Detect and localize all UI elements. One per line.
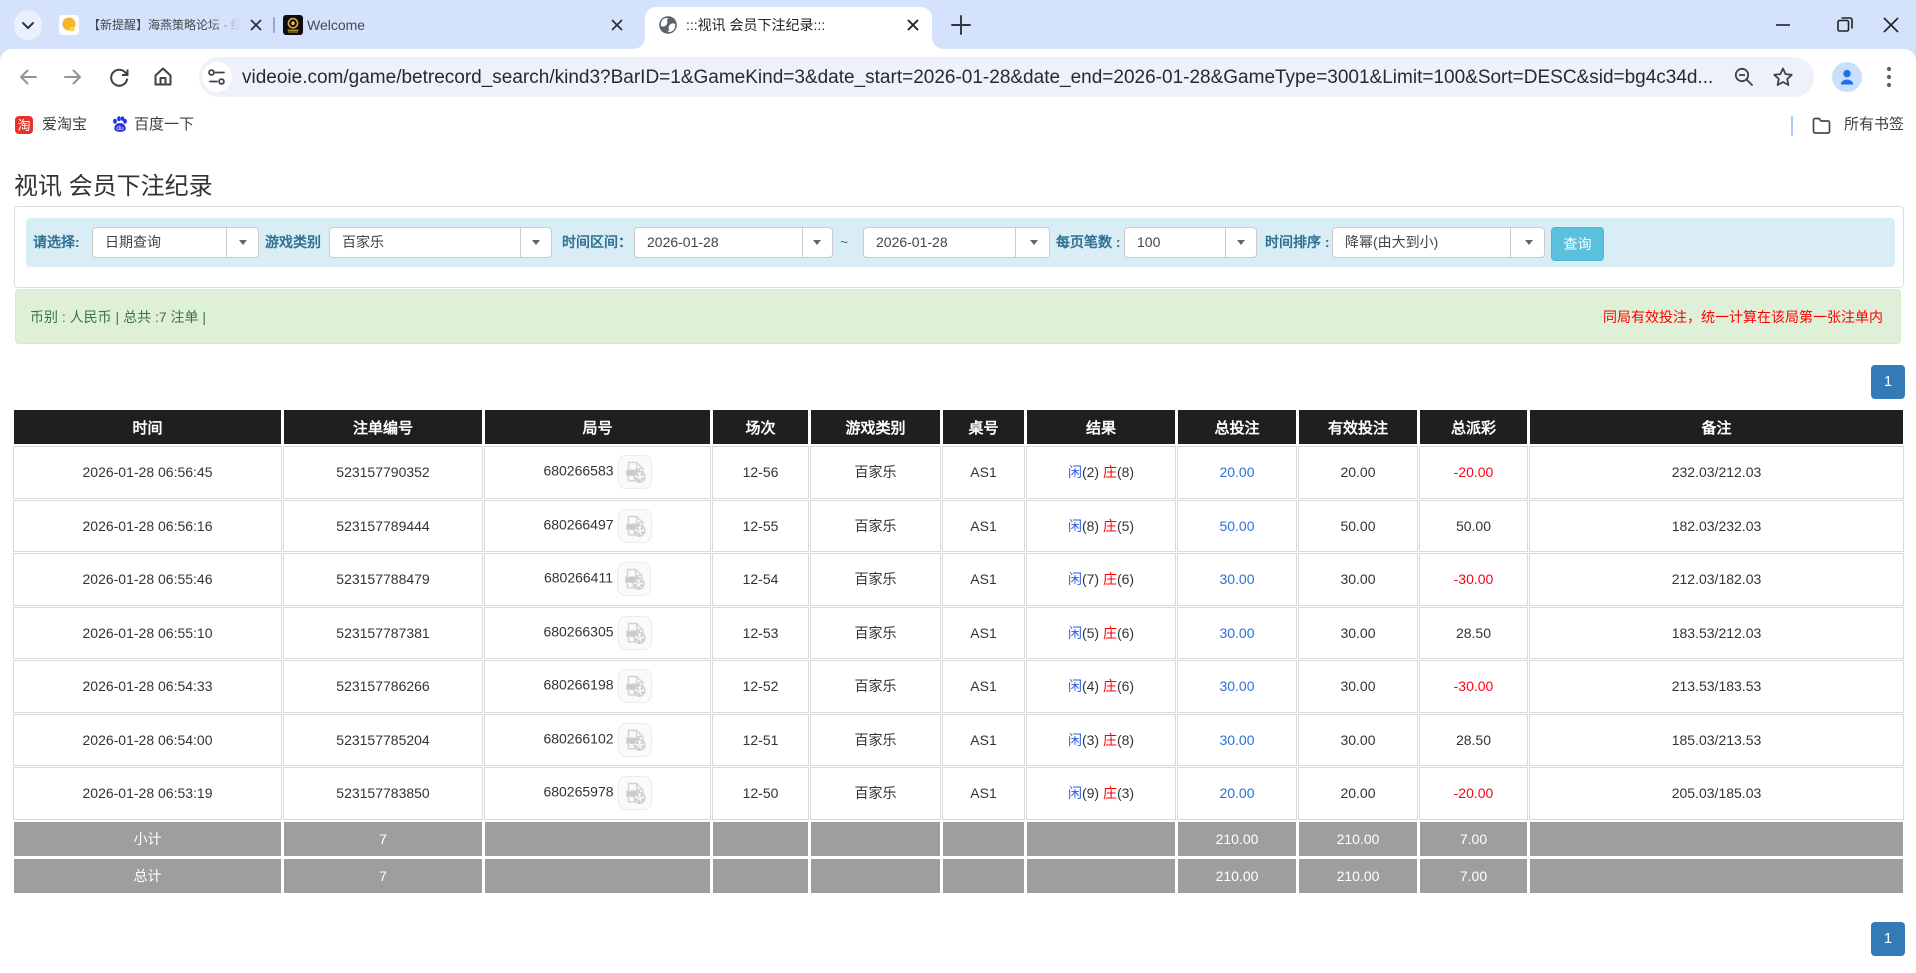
svg-text:du: du	[116, 125, 124, 132]
